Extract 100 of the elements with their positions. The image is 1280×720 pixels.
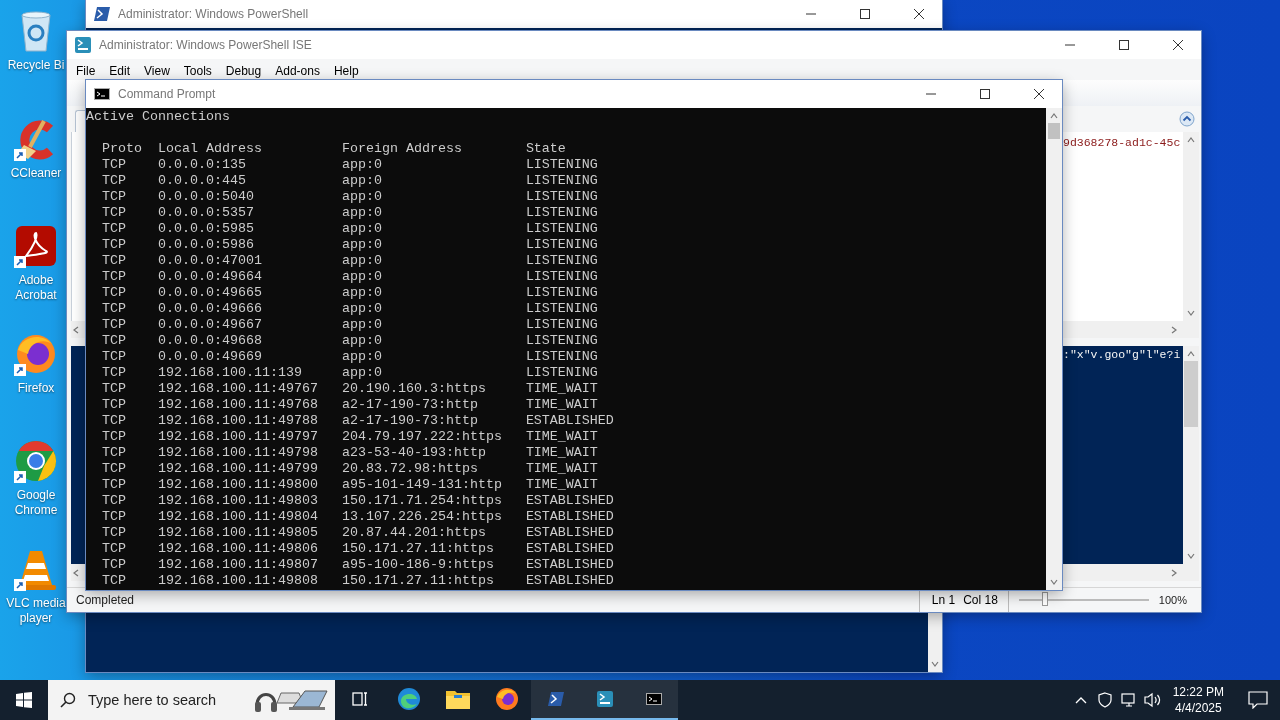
menu-item[interactable]: File <box>69 64 103 78</box>
scrollbar[interactable] <box>928 612 942 672</box>
search-field[interactable]: Type here to search <box>48 680 335 720</box>
maximize-icon <box>980 89 990 99</box>
search-icon <box>60 692 76 708</box>
terminal-text: 192.168.100.11:49804 <box>157 509 318 525</box>
edge-icon <box>396 687 421 711</box>
terminal-text: app:0 <box>341 269 382 285</box>
terminal-text: 150.171.27.11:https <box>341 541 494 557</box>
minimize-icon <box>926 93 936 95</box>
menu-item[interactable]: Tools <box>176 64 219 78</box>
terminal-text: 150.171.71.254:https <box>341 493 502 509</box>
column-header: Foreign Address <box>341 141 462 157</box>
terminal-text: ESTABLISHED <box>525 525 614 541</box>
chevron-right-icon <box>1169 567 1179 578</box>
terminal-text: ESTABLISHED <box>525 573 614 589</box>
minimize-icon <box>806 13 816 15</box>
chevron-down-icon <box>1186 551 1196 561</box>
terminal-text: TCP <box>102 557 126 573</box>
scrollbar[interactable] <box>1183 346 1199 564</box>
terminal-text: TCP <box>102 349 126 365</box>
terminal-text: app:0 <box>341 349 382 365</box>
terminal-text: TCP <box>102 237 126 253</box>
scrollbar[interactable] <box>1062 321 1199 338</box>
scrollbar[interactable] <box>1046 108 1062 590</box>
shield-icon[interactable] <box>1097 692 1112 708</box>
terminal-text: app:0 <box>341 189 382 205</box>
scroll-thumb[interactable] <box>1048 123 1060 139</box>
terminal-text: ESTABLISHED <box>525 541 614 557</box>
terminal-text: 0.0.0.0:49666 <box>157 301 262 317</box>
network-icon[interactable] <box>1120 692 1137 708</box>
chevron-up-icon <box>1049 111 1059 121</box>
terminal-text: TCP <box>102 173 126 189</box>
collapse-icon[interactable] <box>1179 111 1195 127</box>
clock-date[interactable]: 4/4/2025 <box>1174 700 1222 716</box>
terminal-text: TCP <box>102 381 126 397</box>
terminal-text: LISTENING <box>525 157 598 173</box>
terminal-text: ESTABLISHED <box>525 509 614 525</box>
menu-item[interactable]: Add-ons <box>268 64 327 78</box>
window-title: Administrator: Windows PowerShell <box>118 7 310 21</box>
acrobat-icon[interactable] <box>14 224 58 268</box>
menu-item[interactable]: Edit <box>102 64 138 78</box>
taskbar-app-button[interactable] <box>531 680 580 720</box>
terminal-text: 0.0.0.0:47001 <box>157 253 262 269</box>
terminal-text: TIME_WAIT <box>525 445 598 461</box>
zoom-slider[interactable] <box>1018 592 1149 608</box>
menu-item[interactable]: View <box>137 64 177 78</box>
terminal-text: a2-17-190-73:http <box>341 413 478 429</box>
powershell-ise-icon <box>596 691 613 707</box>
column-header: Proto <box>102 141 142 157</box>
terminal-text: TCP <box>102 541 126 557</box>
menu-item[interactable]: Debug <box>218 64 269 78</box>
terminal-text: app:0 <box>341 173 382 189</box>
scrollbar[interactable] <box>1062 564 1199 581</box>
window-title: Command Prompt <box>118 87 217 101</box>
terminal-text: LISTENING <box>525 365 598 381</box>
chevron-up-icon <box>1186 349 1196 359</box>
chrome-icon[interactable] <box>14 439 58 483</box>
line-number: Ln 1 <box>931 593 956 607</box>
terminal-text: 192.168.100.11:49800 <box>157 477 318 493</box>
scroll-thumb[interactable] <box>1184 361 1198 427</box>
terminal-text: TCP <box>102 269 126 285</box>
chevron-up-icon[interactable] <box>1074 696 1087 704</box>
terminal-text: a95-101-149-131:http <box>341 477 502 493</box>
terminal-text: LISTENING <box>525 333 598 349</box>
terminal-text: TCP <box>102 429 126 445</box>
terminal-text: 192.168.100.11:49807 <box>157 557 318 573</box>
terminal-text: TCP <box>102 493 126 509</box>
terminal-text: TCP <box>102 157 126 173</box>
terminal-text: TIME_WAIT <box>525 381 598 397</box>
terminal-text: LISTENING <box>525 269 598 285</box>
taskbar-app-button[interactable] <box>629 680 678 720</box>
terminal-text: 0.0.0.0:5985 <box>157 221 254 237</box>
command-prompt-icon <box>645 693 662 705</box>
window-title: Administrator: Windows PowerShell ISE <box>99 38 313 52</box>
terminal-text: 192.168.100.11:49798 <box>157 445 318 461</box>
terminal-text: TIME_WAIT <box>525 477 598 493</box>
terminal-text: 0.0.0.0:5357 <box>157 205 254 221</box>
terminal-text: TCP <box>102 333 126 349</box>
column-number: Col 18 <box>963 593 998 607</box>
volume-icon[interactable] <box>1143 692 1162 708</box>
terminal-text: LISTENING <box>525 205 598 221</box>
windows-logo-icon <box>16 692 32 708</box>
terminal-text: 192.168.100.11:139 <box>157 365 302 381</box>
terminal-text: TCP <box>102 285 126 301</box>
command-prompt-icon <box>94 88 110 100</box>
terminal-text: a95-100-186-9:https <box>341 557 494 573</box>
terminal-text: TCP <box>102 525 126 541</box>
console-text: :"x"v.goo"g"l"e?i <box>1063 348 1181 361</box>
terminal-heading: Active Connections <box>86 109 230 125</box>
terminal-text: TCP <box>102 413 126 429</box>
terminal-text: TCP <box>102 205 126 221</box>
scrollbar[interactable] <box>1183 132 1199 321</box>
menu-item[interactable]: Help <box>326 64 366 78</box>
terminal-text: LISTENING <box>525 301 598 317</box>
terminal-text: TCP <box>102 573 126 589</box>
terminal-text: LISTENING <box>525 317 598 333</box>
terminal-text: TCP <box>102 221 126 237</box>
clock-time[interactable]: 12:22 PM <box>1172 684 1224 700</box>
terminal-text: LISTENING <box>525 285 598 301</box>
